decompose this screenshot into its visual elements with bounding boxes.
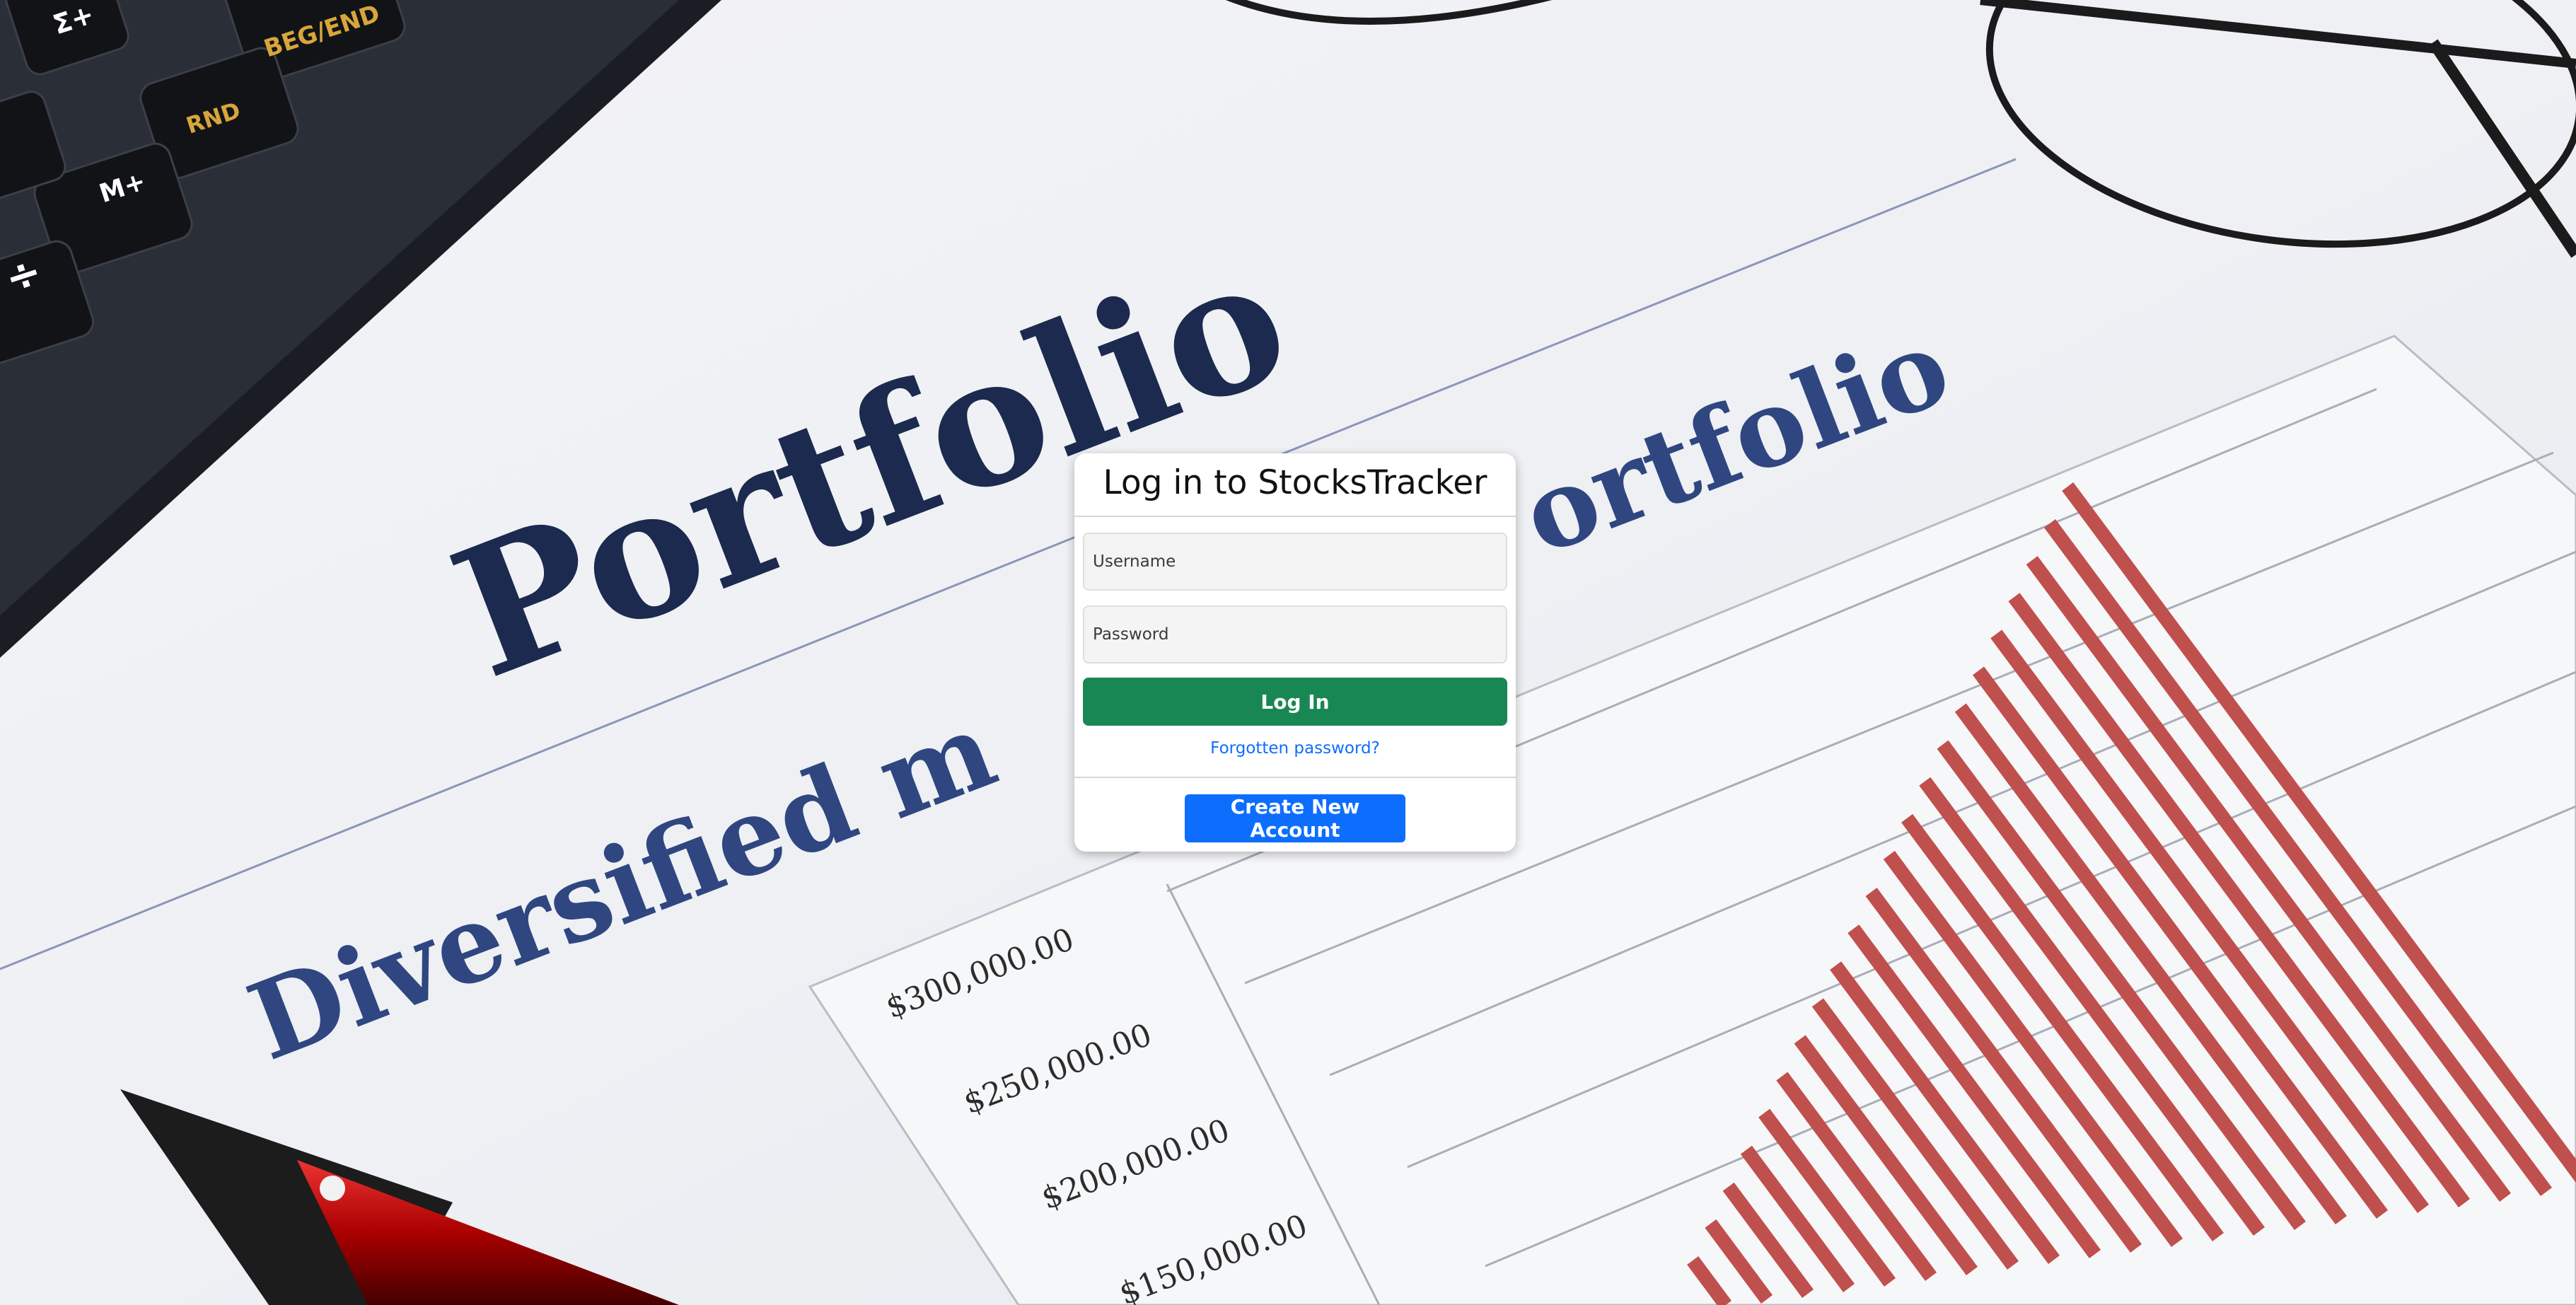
- password-input[interactable]: [1083, 605, 1507, 663]
- forgot-password-link[interactable]: Forgotten password?: [1074, 739, 1516, 758]
- login-title: Log in to StocksTracker: [1103, 463, 1487, 502]
- login-button[interactable]: Log In: [1083, 678, 1507, 726]
- page: Σ+ BEG/END RND M+ ÷ Portfolio Diversifie…: [0, 0, 2576, 1305]
- create-account-button[interactable]: Create New Account: [1185, 794, 1405, 842]
- login-card: Log in to StocksTracker Log In Forgotten…: [1074, 453, 1516, 852]
- section-divider: [1074, 777, 1516, 778]
- username-input[interactable]: [1083, 533, 1507, 591]
- title-divider: [1074, 516, 1516, 517]
